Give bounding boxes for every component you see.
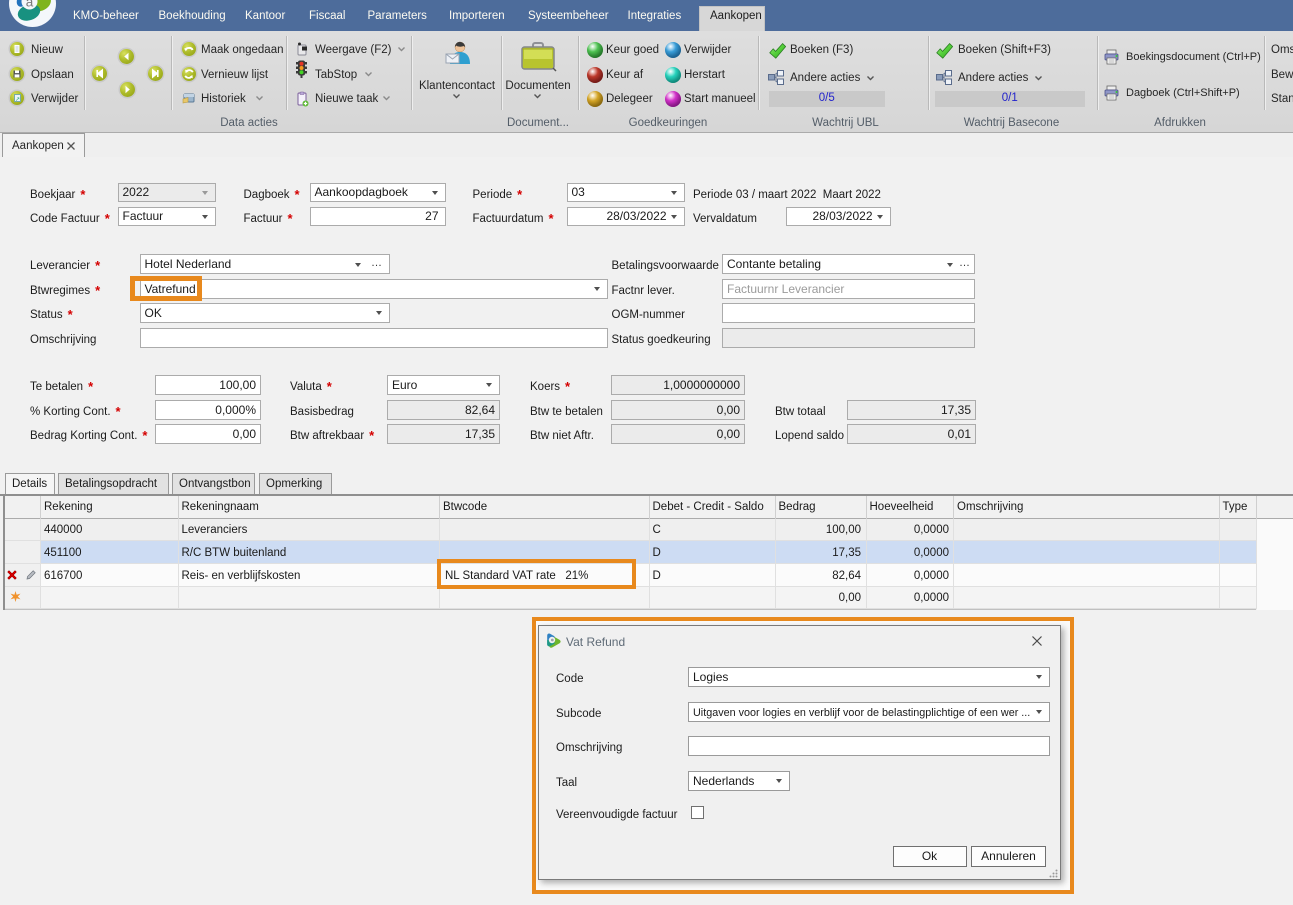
svg-text:a: a <box>26 0 34 10</box>
svg-text:↗: ↗ <box>15 97 20 103</box>
